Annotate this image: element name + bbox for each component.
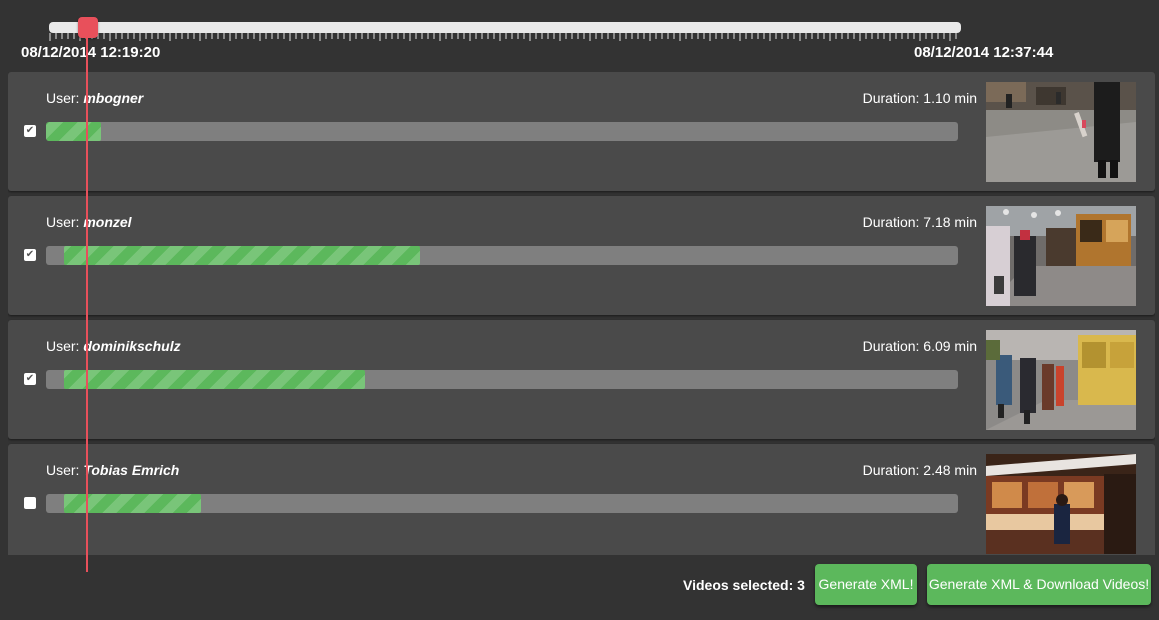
duration-value: 7.18 min bbox=[923, 214, 977, 230]
duration-value: 6.09 min bbox=[923, 338, 977, 354]
videos-selected-count: Videos selected: 3 bbox=[683, 577, 805, 593]
video-duration: Duration: 2.48 min bbox=[863, 462, 977, 478]
video-thumbnail[interactable] bbox=[986, 206, 1136, 306]
timeline-playhead bbox=[86, 36, 88, 572]
user-name: monzel bbox=[83, 214, 132, 230]
video-progress-fill bbox=[64, 370, 365, 389]
user-prefix: User: bbox=[46, 214, 84, 230]
video-duration: Duration: 7.18 min bbox=[863, 214, 977, 230]
duration-prefix: Duration: bbox=[862, 338, 924, 354]
timeline-handle[interactable] bbox=[78, 17, 98, 38]
video-progress-fill bbox=[46, 122, 101, 141]
timeline-end-time: 08/12/2014 12:37:44 bbox=[914, 44, 1054, 61]
generate-xml-download-button[interactable]: Generate XML & Download Videos! bbox=[927, 564, 1151, 605]
timeline-start-time: 08/12/2014 12:19:20 bbox=[21, 44, 161, 61]
duration-prefix: Duration: bbox=[862, 90, 924, 106]
timeline-track[interactable] bbox=[49, 22, 961, 33]
video-progress-bar bbox=[46, 122, 958, 141]
video-row: User: Tobias Emrich Duration: 2.48 min bbox=[8, 444, 1155, 555]
video-thumbnail[interactable] bbox=[986, 330, 1136, 430]
video-user-label: User: monzel bbox=[46, 214, 132, 230]
timeline-slider[interactable]: 08/12/2014 12:19:20 08/12/2014 12:37:44 bbox=[0, 0, 1159, 70]
video-progress-fill bbox=[64, 494, 201, 513]
video-select-checkbox[interactable]: ✔ bbox=[24, 249, 36, 261]
video-progress-bar bbox=[46, 246, 958, 265]
video-thumbnail[interactable] bbox=[986, 82, 1136, 182]
video-user-label: User: mbogner bbox=[46, 90, 143, 106]
user-name: Tobias Emrich bbox=[83, 462, 180, 478]
video-progress-fill bbox=[64, 246, 420, 265]
video-duration: Duration: 1.10 min bbox=[863, 90, 977, 106]
video-progress-bar bbox=[46, 370, 958, 389]
user-prefix: User: bbox=[46, 338, 84, 354]
video-user-label: User: dominikschulz bbox=[46, 338, 181, 354]
user-name: dominikschulz bbox=[83, 338, 181, 354]
duration-value: 1.10 min bbox=[923, 90, 977, 106]
video-user-label: User: Tobias Emrich bbox=[46, 462, 179, 478]
user-name: mbogner bbox=[83, 90, 144, 106]
generate-xml-button[interactable]: Generate XML! bbox=[815, 564, 917, 605]
video-list[interactable]: User: mbogner Duration: 1.10 min ✔ User:… bbox=[8, 72, 1155, 555]
video-row: User: monzel Duration: 7.18 min ✔ bbox=[8, 196, 1155, 315]
video-progress-bar bbox=[46, 494, 958, 513]
duration-prefix: Duration: bbox=[862, 214, 924, 230]
duration-value: 2.48 min bbox=[923, 462, 977, 478]
video-row: User: mbogner Duration: 1.10 min ✔ bbox=[8, 72, 1155, 191]
video-thumbnail[interactable] bbox=[986, 454, 1136, 554]
video-select-checkbox[interactable] bbox=[24, 497, 36, 509]
timeline-ticks bbox=[49, 33, 961, 41]
video-select-checkbox[interactable]: ✔ bbox=[24, 373, 36, 385]
video-select-checkbox[interactable]: ✔ bbox=[24, 125, 36, 137]
duration-prefix: Duration: bbox=[862, 462, 924, 478]
user-prefix: User: bbox=[46, 90, 84, 106]
video-row: User: dominikschulz Duration: 6.09 min ✔ bbox=[8, 320, 1155, 439]
user-prefix: User: bbox=[46, 462, 84, 478]
video-duration: Duration: 6.09 min bbox=[863, 338, 977, 354]
